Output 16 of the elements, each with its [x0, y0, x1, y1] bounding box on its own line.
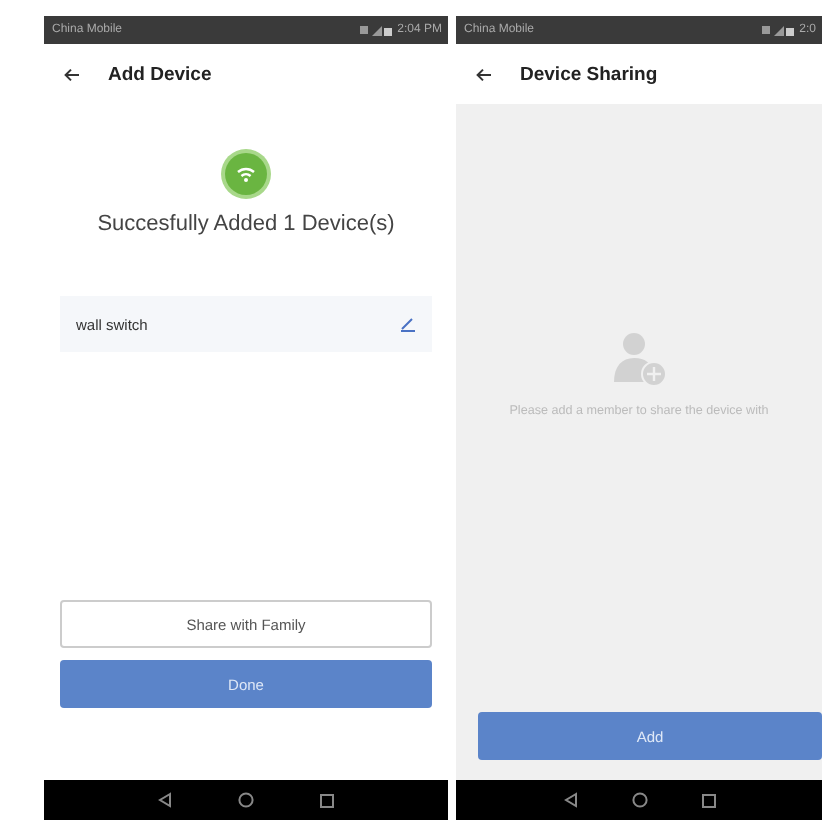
edit-icon[interactable] — [400, 316, 416, 332]
signal-icon — [761, 24, 794, 36]
screen-title: Add Device — [108, 63, 212, 85]
back-arrow-icon[interactable] — [476, 67, 492, 81]
success-message: Succesfully Added 1 Device(s) — [97, 212, 395, 236]
home-icon[interactable] — [237, 792, 254, 808]
signal-icon — [359, 24, 392, 36]
recents-icon[interactable] — [320, 793, 335, 807]
add-member-icon — [611, 328, 667, 388]
back-icon[interactable] — [563, 792, 577, 808]
screen-title: Device Sharing — [520, 63, 658, 85]
wifi-success-icon — [220, 148, 272, 200]
back-arrow-icon[interactable] — [64, 67, 80, 81]
recents-icon[interactable] — [701, 793, 715, 807]
back-icon[interactable] — [157, 792, 172, 808]
home-icon[interactable] — [631, 792, 647, 808]
